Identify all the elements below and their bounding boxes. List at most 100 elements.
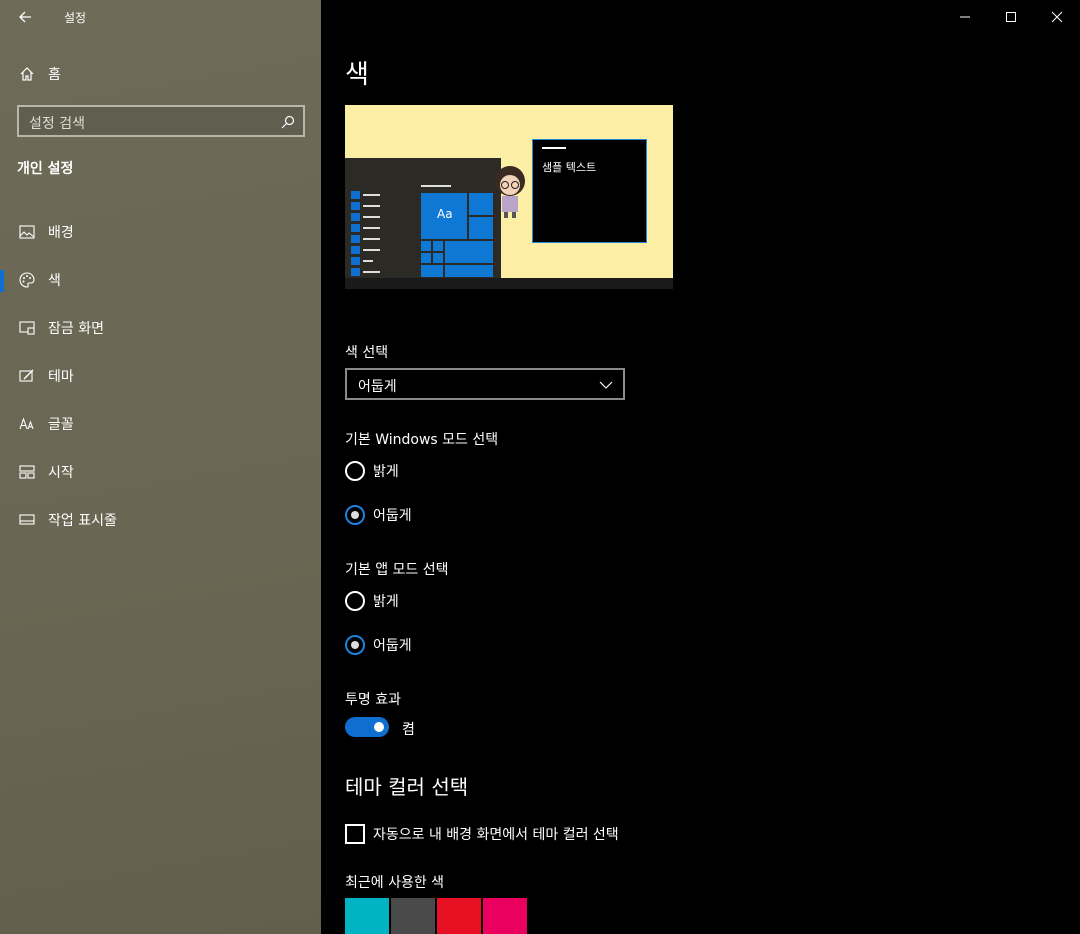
preview-list-line [363, 249, 380, 251]
recent-colors-label: 최근에 사용한 색 [345, 875, 445, 891]
maximize-icon [1006, 12, 1016, 22]
recent-colors [345, 898, 529, 934]
radio-circle [345, 635, 365, 655]
search-placeholder: 설정 검색 [29, 116, 85, 132]
radio-circle [345, 591, 365, 611]
sidebar-item-start[interactable]: 시작 [0, 448, 321, 496]
preview-tiles-header [421, 185, 451, 187]
preview-wide-tile [444, 240, 494, 264]
sidebar-item-taskbar[interactable]: 작업 표시줄 [0, 496, 321, 544]
color-choice-value: 어둡게 [358, 379, 397, 395]
app-mode-light-radio[interactable]: 밝게 [345, 589, 399, 613]
sidebar-item-colors[interactable]: 색 [0, 256, 321, 304]
radio-label: 어둡게 [373, 638, 412, 654]
sidebar-item-fonts[interactable]: 글꼴 [0, 400, 321, 448]
sidebar-item-themes[interactable]: 테마 [0, 352, 321, 400]
sidebar-item-lock-screen[interactable]: 잠금 화면 [0, 304, 321, 352]
radio-label: 어둡게 [373, 508, 412, 524]
home-icon [17, 66, 37, 82]
preview-list-line [363, 260, 373, 262]
preview-tile [420, 240, 432, 252]
close-icon [1051, 11, 1063, 23]
preview-tile [432, 252, 444, 264]
main-content: 색 Aa 샘플 텍스트 색 선택 어둡게 기본 Windows 모드 선택 밝게… [321, 0, 1080, 934]
sidebar: 설정 홈 설정 검색 개인 설정 배경 색 잠금 화면 테마 글꼴 시작 작업 … [0, 0, 321, 934]
preview-list-line [363, 227, 380, 229]
home-link[interactable]: 홈 [17, 62, 61, 86]
sidebar-item-label: 잠금 화면 [48, 321, 104, 337]
preview-list-line [363, 194, 380, 196]
color-swatch[interactable] [483, 898, 527, 934]
sidebar-nav: 배경 색 잠금 화면 테마 글꼴 시작 작업 표시줄 [0, 208, 321, 544]
minimize-icon [960, 16, 970, 18]
search-input[interactable]: 설정 검색 [17, 105, 305, 137]
sidebar-item-label: 테마 [48, 369, 74, 385]
page-title: 색 [345, 60, 369, 90]
checkbox-label: 자동으로 내 배경 화면에서 테마 컬러 선택 [373, 827, 619, 843]
app-mode-label: 기본 앱 모드 선택 [345, 562, 449, 578]
taskbar-icon [17, 510, 37, 530]
accent-heading: 테마 컬러 선택 [345, 775, 469, 799]
picture-icon [17, 222, 37, 242]
preview-start-menu: Aa [345, 158, 501, 278]
radio-label: 밝게 [373, 464, 399, 480]
sidebar-item-label: 글꼴 [48, 417, 74, 433]
start-grid-icon [17, 462, 37, 482]
theme-brush-icon [17, 366, 37, 386]
sidebar-item-label: 시작 [48, 465, 74, 481]
title-bar-left: 설정 [0, 0, 321, 34]
preview-list-icon [351, 246, 360, 254]
windows-mode-light-radio[interactable]: 밝게 [345, 459, 399, 483]
color-choice-dropdown[interactable]: 어둡게 [345, 368, 625, 400]
preview-list-icon [351, 191, 360, 199]
checkbox-box [345, 824, 365, 844]
active-indicator [0, 270, 4, 292]
preview-list-icon [351, 224, 360, 232]
back-button[interactable] [14, 6, 36, 28]
preview-tile [432, 240, 444, 252]
transparency-label: 투명 효과 [345, 692, 401, 708]
search-icon[interactable] [281, 114, 295, 133]
app-mode-dark-radio[interactable]: 어둡게 [345, 633, 412, 657]
preview-list-line [363, 216, 380, 218]
auto-accent-checkbox[interactable]: 자동으로 내 배경 화면에서 테마 컬러 선택 [345, 824, 619, 844]
preview-list-line [363, 271, 380, 273]
lock-screen-icon [17, 318, 37, 338]
preview-tile [420, 252, 432, 264]
sidebar-item-label: 색 [48, 273, 61, 289]
preview-list-icon [351, 257, 360, 265]
font-icon [17, 414, 37, 434]
app-title: 설정 [64, 11, 87, 25]
section-title: 개인 설정 [17, 161, 74, 177]
sidebar-item-label: 배경 [48, 225, 74, 241]
preview-tile-label: Aa [437, 207, 453, 221]
chevron-down-icon [599, 377, 613, 396]
color-swatch[interactable] [437, 898, 481, 934]
transparency-toggle[interactable] [345, 717, 389, 737]
preview-list-icon [351, 268, 360, 276]
radio-circle [345, 461, 365, 481]
palette-icon [17, 270, 37, 290]
transparency-state-label: 켬 [402, 722, 415, 738]
preview-taskbar [345, 278, 673, 289]
preview-list-line [363, 238, 380, 240]
color-swatch[interactable] [391, 898, 435, 934]
radio-circle [345, 505, 365, 525]
preview-list-line [363, 205, 380, 207]
preview-list-icon [351, 235, 360, 243]
preview-tile [444, 264, 494, 278]
color-swatch[interactable] [345, 898, 389, 934]
windows-mode-label: 기본 Windows 모드 선택 [345, 432, 499, 448]
color-preview: Aa 샘플 텍스트 [345, 105, 673, 289]
minimize-button[interactable] [942, 6, 988, 28]
close-button[interactable] [1034, 6, 1080, 28]
radio-label: 밝게 [373, 594, 399, 610]
windows-mode-dark-radio[interactable]: 어둡게 [345, 503, 412, 527]
maximize-button[interactable] [988, 6, 1034, 28]
preview-sample-text: 샘플 텍스트 [542, 161, 597, 174]
preview-list-icon [351, 202, 360, 210]
sidebar-item-label: 작업 표시줄 [48, 513, 117, 529]
preview-avatar-image [495, 166, 525, 218]
sidebar-item-background[interactable]: 배경 [0, 208, 321, 256]
home-label: 홈 [48, 67, 61, 83]
